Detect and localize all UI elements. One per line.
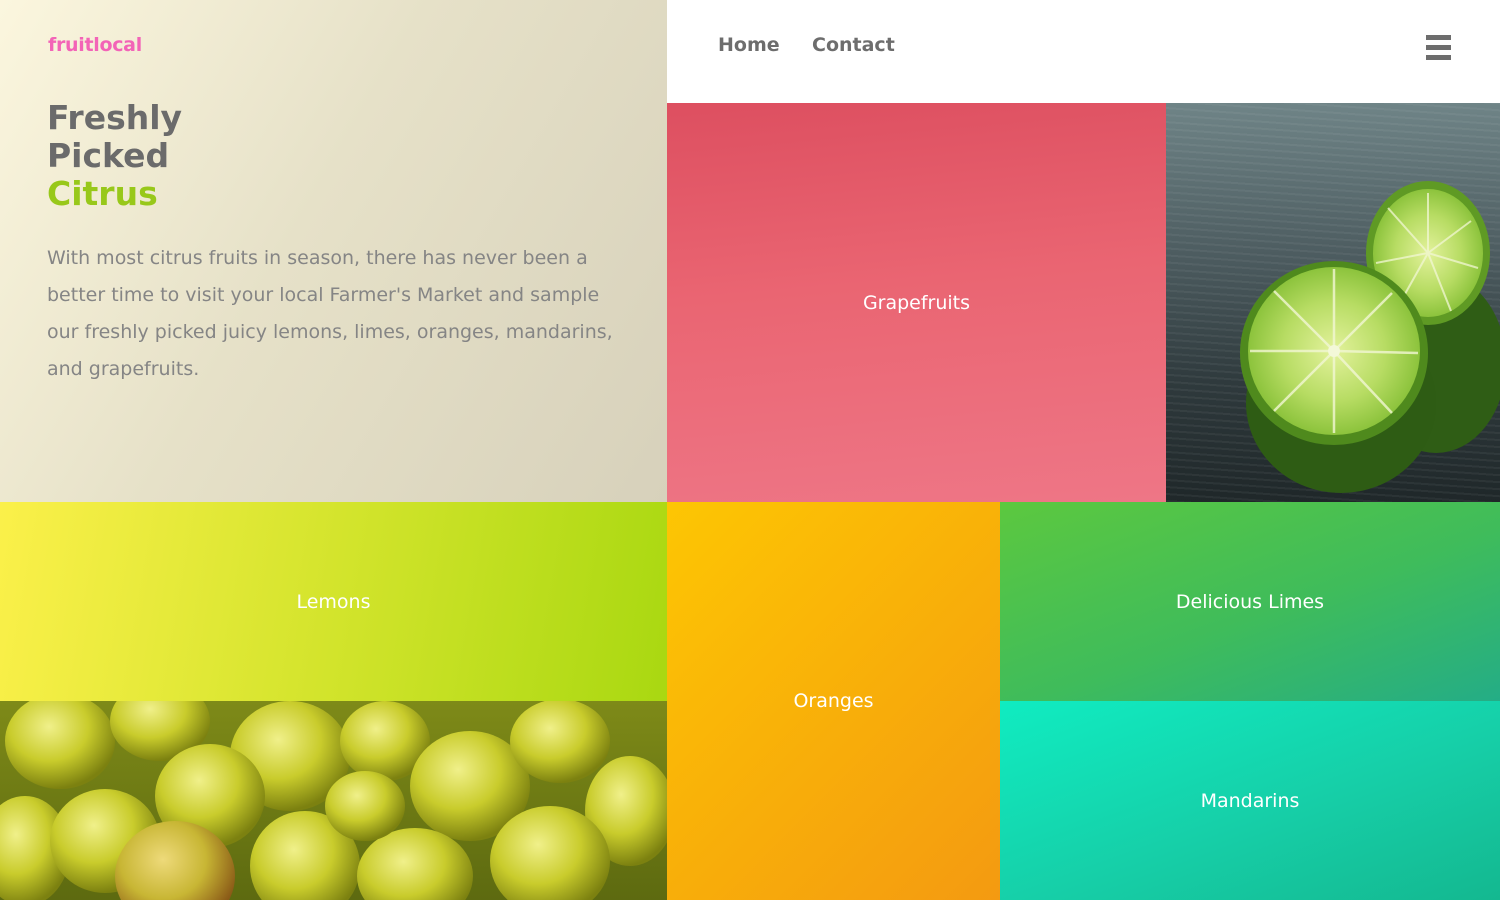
headline-line-1: Freshly — [47, 98, 183, 137]
green-plums-illustration — [0, 701, 667, 900]
hero-headline: Freshly Picked Citrus — [47, 99, 182, 213]
nav-home-link[interactable]: Home — [718, 34, 780, 56]
menu-bar — [1426, 45, 1451, 50]
lemons-tile[interactable]: Lemons — [0, 502, 667, 701]
grapefruits-tile[interactable]: Grapefruits — [667, 103, 1166, 502]
oranges-tile[interactable]: Oranges — [667, 502, 1000, 900]
hero-panel: fruitlocal Freshly Picked Citrus With mo… — [0, 0, 667, 502]
brand-logo[interactable]: fruitlocal — [48, 34, 142, 56]
hero-intro-text: With most citrus fruits in season, there… — [47, 247, 613, 380]
lime-halves-illustration — [1240, 181, 1500, 493]
grapefruits-label: Grapefruits — [862, 291, 971, 314]
lime-halves-photo — [1166, 103, 1500, 502]
headline-accent: Citrus — [47, 174, 158, 213]
lemons-label: Lemons — [296, 590, 371, 613]
nav-contact-link[interactable]: Contact — [812, 34, 895, 56]
menu-bar — [1426, 35, 1451, 40]
oranges-label: Oranges — [793, 690, 874, 712]
hamburger-menu-icon[interactable] — [1426, 35, 1451, 60]
top-navigation: Home Contact — [667, 0, 1500, 103]
mandarins-label: Mandarins — [1200, 789, 1300, 812]
limes-label: Delicious Limes — [1175, 590, 1325, 613]
menu-bar — [1426, 55, 1451, 60]
mandarins-tile[interactable]: Mandarins — [1000, 701, 1500, 900]
headline-line-2: Picked — [47, 136, 170, 175]
limes-tile[interactable]: Delicious Limes — [1000, 502, 1500, 701]
green-plums-photo — [0, 701, 667, 900]
